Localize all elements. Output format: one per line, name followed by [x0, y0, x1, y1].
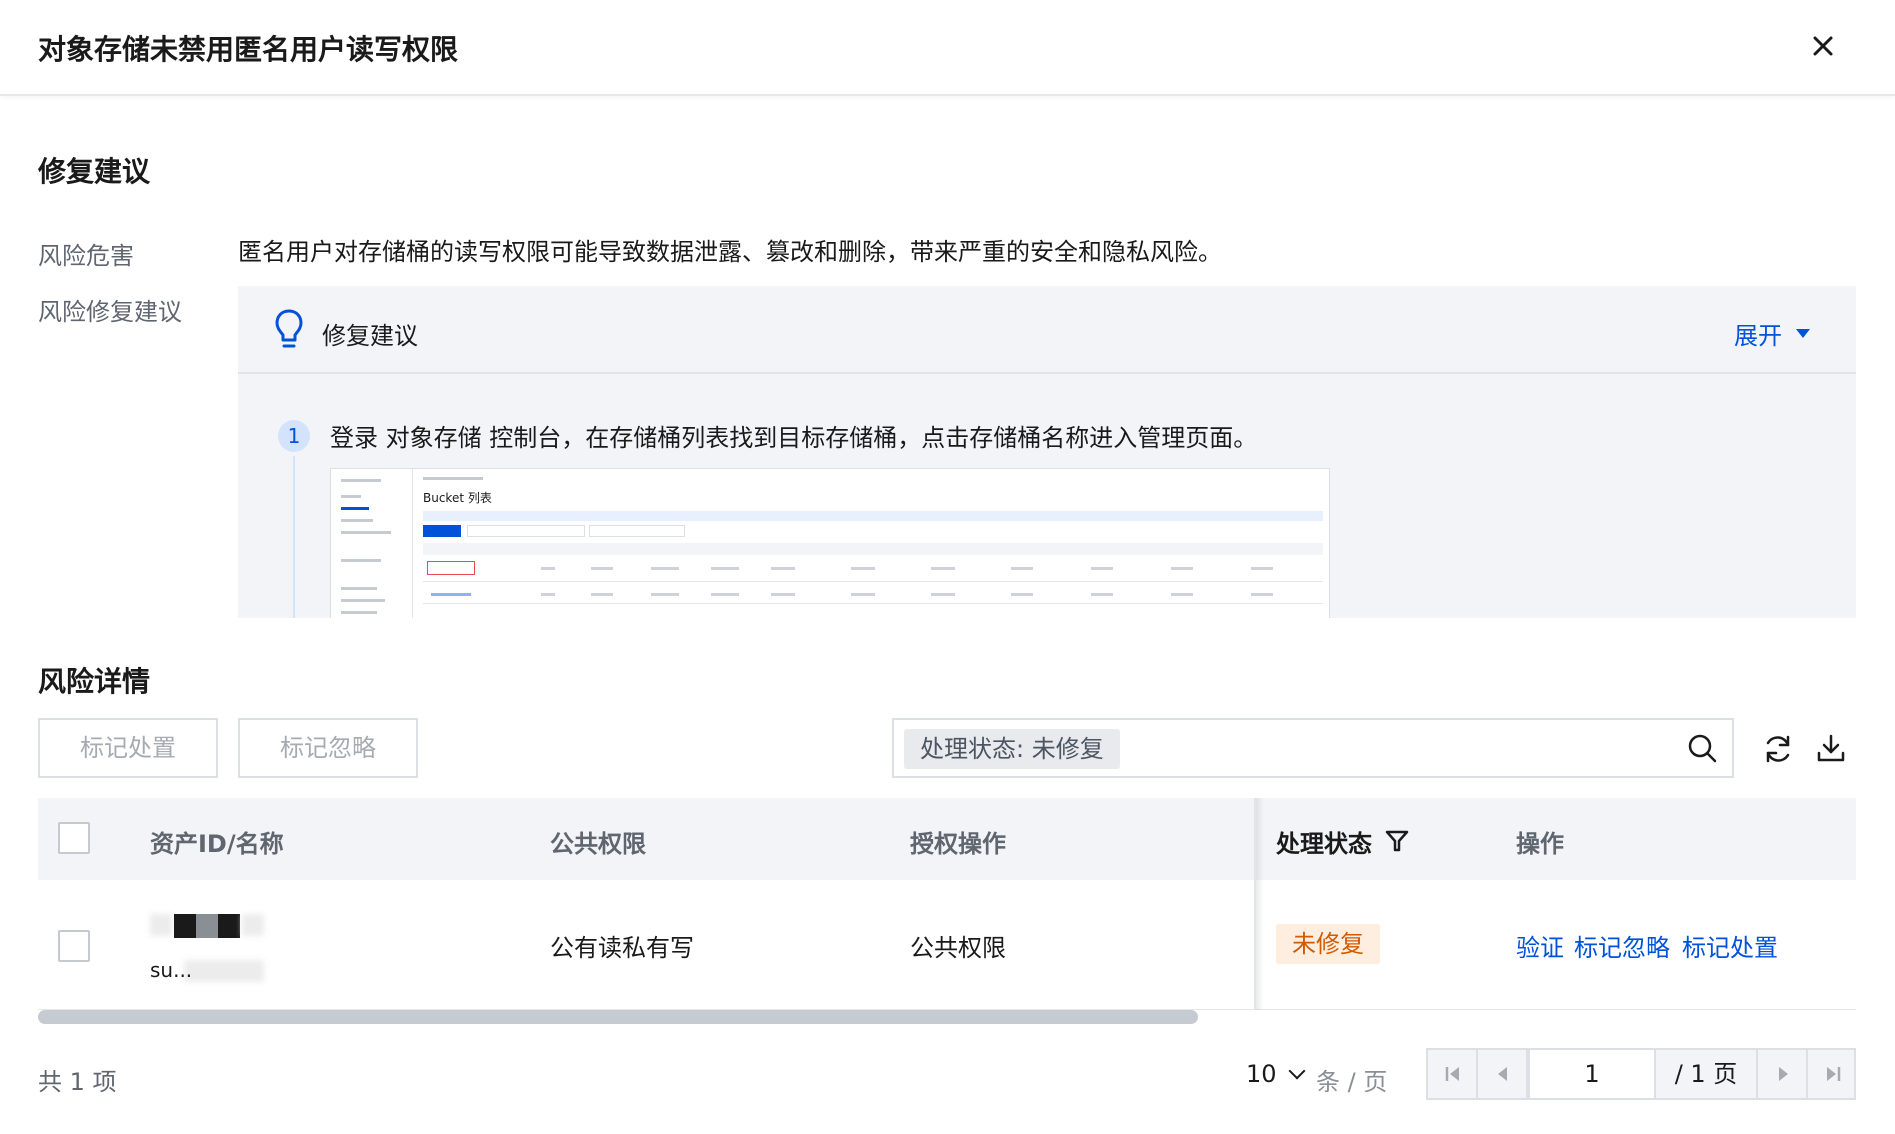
advice-panel: 修复建议 展开 1 登录 对象存储 控制台，在存储桶列表找到目标存储桶，点击存储…	[238, 286, 1856, 618]
mark-handled-button[interactable]: 标记处置	[38, 718, 218, 778]
last-page-icon	[1827, 1067, 1841, 1081]
asset-name-partial: su...	[150, 958, 193, 982]
expand-button[interactable]: 展开	[1734, 316, 1810, 351]
screenshot-cell	[1091, 593, 1113, 596]
table-row: su... 公有读私有写 公共权限 未修复 验证 标记忽略 标记处置	[38, 880, 1856, 1010]
per-page-label: 条 / 页	[1316, 1068, 1388, 1096]
filter-search-input[interactable]: 处理状态: 未修复	[892, 718, 1734, 778]
fixed-column-shadow	[1256, 798, 1264, 1010]
status-badge: 未修复	[1276, 924, 1380, 964]
total-pages: / 1 页	[1656, 1050, 1758, 1098]
refresh-icon[interactable]	[1762, 733, 1794, 765]
table-header-row: 资产ID/名称 公共权限 授权操作 处理状态 操作	[38, 798, 1856, 880]
download-icon[interactable]	[1816, 733, 1846, 763]
next-page-icon	[1779, 1067, 1788, 1081]
screenshot-cell	[591, 567, 613, 570]
screenshot-cell	[541, 567, 555, 570]
page-size-value: 10	[1246, 1060, 1277, 1088]
pagination: 1 / 1 页	[1426, 1048, 1856, 1100]
screenshot-notice	[423, 511, 1323, 521]
screenshot-cell	[851, 593, 875, 596]
asset-id-redacted: su...	[150, 914, 270, 984]
first-page-button[interactable]	[1428, 1050, 1478, 1098]
next-page-button[interactable]	[1758, 1050, 1808, 1098]
column-header-auth-operation[interactable]: 授权操作	[910, 824, 1006, 859]
advice-panel-header: 修复建议 展开	[238, 286, 1856, 374]
detail-section-title: 风险详情	[38, 665, 151, 698]
public-permission-cell: 公有读私有写	[550, 934, 694, 962]
screenshot-cell	[1091, 567, 1113, 570]
screenshot-create-button	[423, 525, 461, 537]
caret-down-icon	[1796, 329, 1810, 338]
filter-icon[interactable]	[1384, 828, 1410, 854]
column-header-asset[interactable]: 资产ID/名称	[150, 824, 284, 859]
screenshot-cell	[541, 593, 555, 596]
screenshot-cell	[651, 567, 679, 570]
screenshot-breadcrumb	[423, 477, 483, 480]
risk-detail-table: 资产ID/名称 公共权限 授权操作 处理状态 操作 su... 公有读私有写 公…	[38, 798, 1856, 1018]
column-header-actions: 操作	[1516, 830, 1564, 858]
auth-operation-cell: 公共权限	[910, 934, 1006, 962]
verify-link[interactable]: 验证	[1516, 928, 1564, 963]
prev-page-icon	[1498, 1067, 1507, 1081]
search-icon[interactable]	[1686, 732, 1718, 764]
select-all-checkbox[interactable]	[58, 822, 90, 854]
step-connector	[293, 456, 295, 618]
filter-tag[interactable]: 处理状态: 未修复	[904, 729, 1120, 769]
horizontal-scrollbar[interactable]	[38, 1010, 1198, 1024]
row-checkbox[interactable]	[58, 930, 90, 962]
screenshot-cell	[931, 567, 955, 570]
screenshot-cell	[1171, 593, 1193, 596]
column-header-status[interactable]: 处理状态	[1276, 824, 1372, 859]
chevron-down-icon	[1288, 1062, 1306, 1080]
mark-handled-link[interactable]: 标记处置	[1682, 928, 1778, 963]
screenshot-cell	[1011, 567, 1033, 570]
page-size-select[interactable]: 10	[1246, 1060, 1306, 1088]
screenshot-cell	[1171, 567, 1193, 570]
screenshot-cell	[1011, 593, 1033, 596]
risk-harm-label: 风险危害	[38, 242, 134, 270]
screenshot-cell	[851, 567, 875, 570]
screenshot-row-divider	[423, 603, 1323, 604]
risk-harm-text: 匿名用户对存储桶的读写权限可能导致数据泄露、篡改和删除，带来严重的安全和隐私风险…	[238, 238, 1222, 266]
expand-label: 展开	[1734, 322, 1782, 350]
screenshot-row-divider	[423, 581, 1323, 582]
screenshot-cell	[1251, 567, 1273, 570]
screenshot-sidebar	[331, 469, 413, 618]
screenshot-cell	[431, 593, 471, 596]
screenshot-highlight-box	[427, 561, 475, 575]
advice-header-label: 修复建议	[322, 322, 418, 350]
step-number: 1	[278, 420, 310, 452]
screenshot-select	[467, 525, 585, 537]
screenshot-search	[589, 525, 685, 537]
first-page-icon	[1445, 1067, 1459, 1081]
screenshot-cell	[711, 593, 739, 596]
screenshot-cell	[771, 567, 795, 570]
total-count: 共 1 项	[38, 1068, 117, 1096]
screenshot-cell	[591, 593, 613, 596]
dialog-title: 对象存储未禁用匿名用户读写权限	[38, 33, 459, 66]
mark-ignored-button[interactable]: 标记忽略	[238, 718, 418, 778]
last-page-button[interactable]	[1808, 1050, 1858, 1098]
step-screenshot: Bucket 列表	[330, 468, 1330, 618]
mark-ignored-link[interactable]: 标记忽略	[1574, 928, 1670, 963]
screenshot-table-header	[423, 543, 1323, 555]
prev-page-button[interactable]	[1478, 1050, 1528, 1098]
screenshot-cell	[771, 593, 795, 596]
screenshot-cell	[711, 567, 739, 570]
screenshot-cell	[1251, 593, 1273, 596]
screenshot-title: Bucket 列表	[423, 491, 492, 505]
column-header-public-permission[interactable]: 公共权限	[550, 824, 646, 859]
lightbulb-icon	[275, 309, 303, 348]
screenshot-cell	[651, 593, 679, 596]
risk-fix-label: 风险修复建议	[38, 298, 182, 326]
screenshot-cell	[931, 593, 955, 596]
fix-section-title: 修复建议	[38, 155, 151, 188]
close-icon[interactable]	[1805, 28, 1841, 64]
page-number-input[interactable]: 1	[1528, 1050, 1656, 1098]
step-text: 登录 对象存储 控制台，在存储桶列表找到目标存储桶，点击存储桶名称进入管理页面。	[330, 424, 1258, 452]
dialog-header: 对象存储未禁用匿名用户读写权限	[0, 0, 1895, 96]
